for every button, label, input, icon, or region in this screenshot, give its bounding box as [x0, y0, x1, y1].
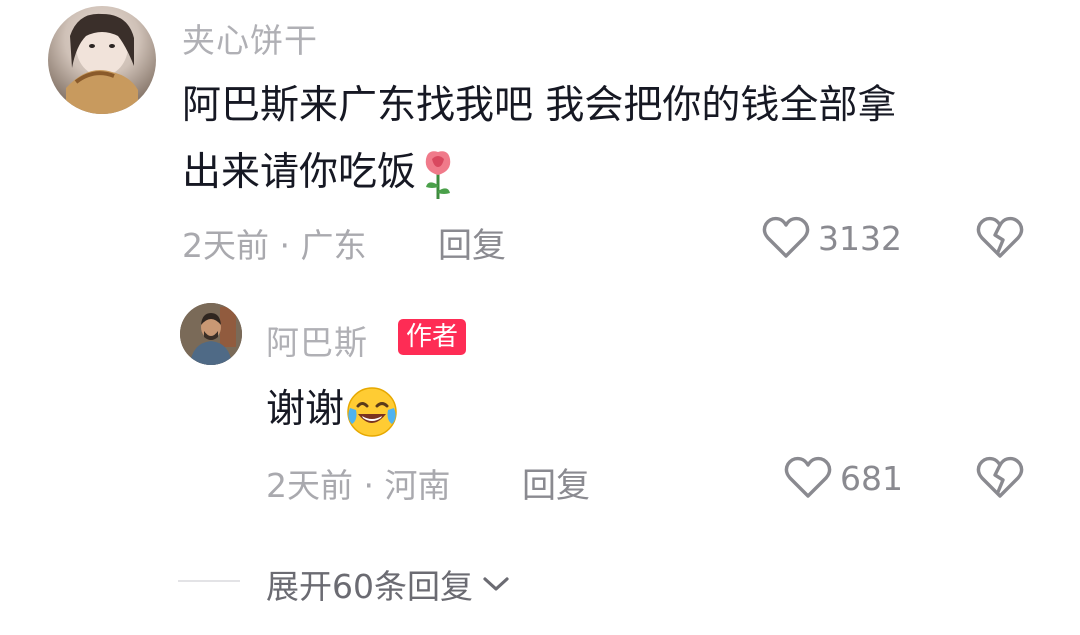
author-badge: 作者 [398, 319, 467, 355]
reply-dislike-button[interactable] [976, 456, 1024, 500]
reply-like-count: 681 [840, 459, 903, 498]
reply-like-button[interactable] [784, 456, 832, 500]
heart-outline-icon [784, 456, 832, 498]
avatar-photo-reply [180, 303, 242, 365]
comment-meta: 2天前 · 广东 [182, 226, 367, 265]
chevron-down-icon [481, 574, 511, 594]
comment-text-line2: 出来请你吃饭 [182, 139, 458, 206]
broken-heart-icon [976, 456, 1024, 498]
reply-text: 谢谢 [266, 376, 398, 443]
reply-reply-button[interactable]: 回复 [522, 458, 590, 507]
heart-outline-icon [762, 216, 810, 258]
laughing-crying-emoji [346, 386, 398, 438]
reply-username[interactable]: 阿巴斯 [266, 316, 368, 364]
comment-text-line2-content: 出来请你吃饭 [182, 150, 417, 195]
comment-dislike-button[interactable] [976, 216, 1024, 260]
reply-meta: 2天前 · 河南 [266, 466, 451, 505]
comment-like-count: 3132 [818, 219, 902, 258]
commenter-username[interactable]: 夹心饼干 [182, 14, 318, 62]
expand-divider [178, 580, 240, 582]
comment-reply-button[interactable]: 回复 [438, 218, 506, 267]
reply-avatar[interactable] [180, 303, 242, 365]
reply-text-content: 谢谢 [266, 387, 345, 432]
comment-like-button[interactable] [762, 216, 810, 260]
rose-emoji [418, 149, 458, 201]
broken-heart-icon [976, 216, 1024, 258]
expand-replies-label: 展开60条回复 [266, 567, 473, 606]
expand-replies-button[interactable]: 展开60条回复 [266, 560, 511, 608]
comment-text-line1: 阿巴斯来广东找我吧 我会把你的钱全部拿 [182, 83, 897, 128]
avatar-photo-main [66, 13, 138, 114]
commenter-avatar[interactable] [48, 6, 156, 114]
